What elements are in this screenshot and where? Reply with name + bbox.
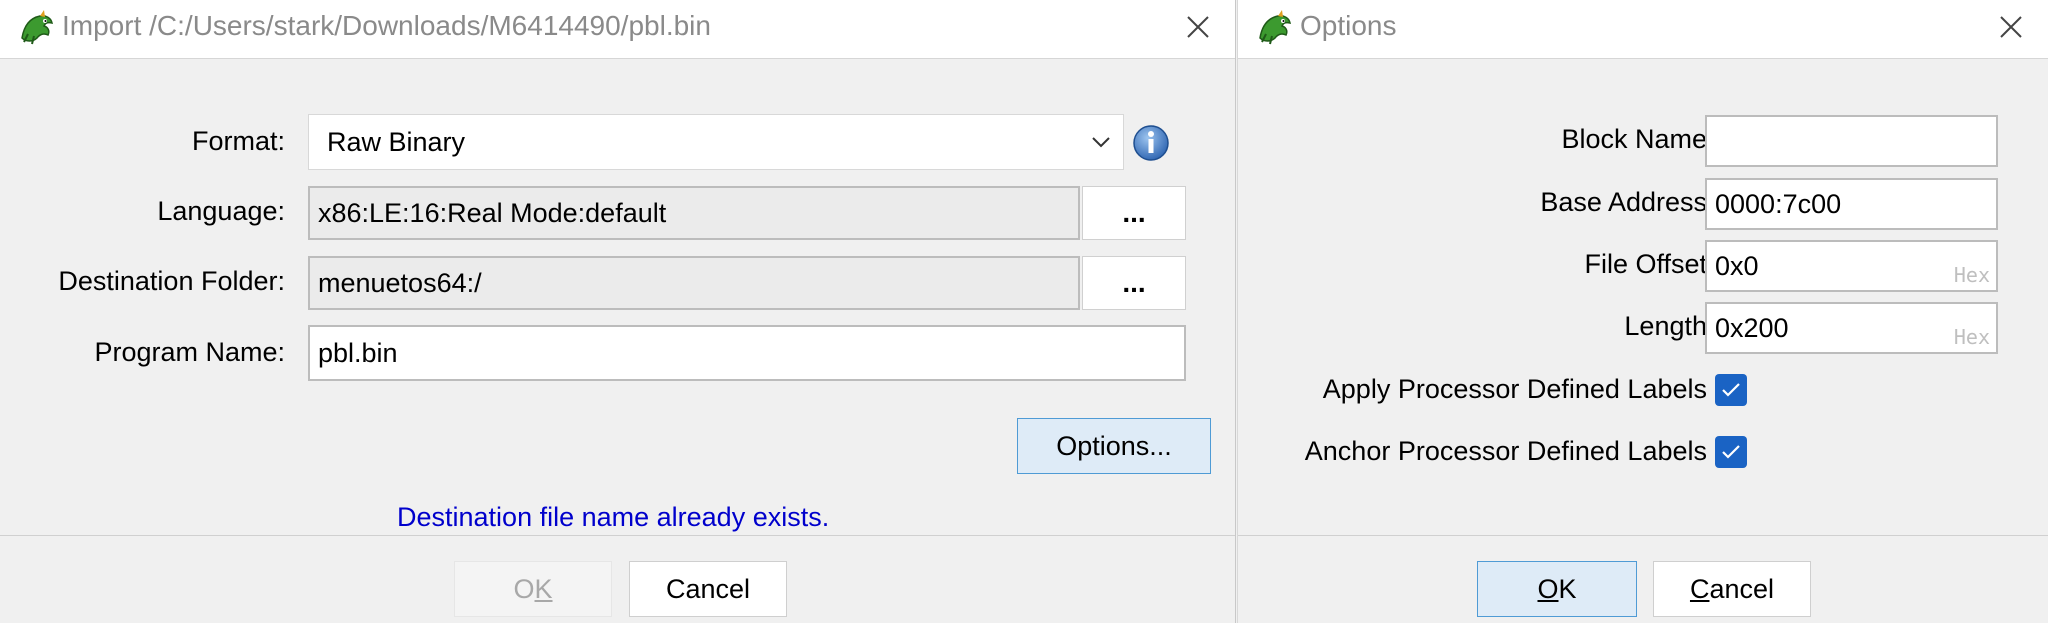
file-offset-label: File Offset xyxy=(1584,249,1707,279)
length-input[interactable]: 0x200 Hex xyxy=(1705,302,1998,354)
length-label: Length xyxy=(1624,311,1707,341)
format-value: Raw Binary xyxy=(327,126,466,157)
checkmark-icon xyxy=(1722,383,1740,397)
import-footer xyxy=(0,535,1235,623)
options-footer xyxy=(1238,535,2048,623)
destination-folder-value: menuetos64:/ xyxy=(318,267,482,298)
anchor-labels-label: Anchor Processor Defined Labels xyxy=(1304,436,1707,466)
cancel-text: ancel xyxy=(1709,573,1775,604)
file-offset-input[interactable]: 0x0 Hex xyxy=(1705,240,1998,292)
language-label: Language: xyxy=(157,196,285,226)
close-icon xyxy=(2000,16,2022,38)
apply-labels-label: Apply Processor Defined Labels xyxy=(1322,374,1707,404)
ok-text: O xyxy=(513,573,535,604)
destination-folder-label: Destination Folder: xyxy=(58,266,285,296)
program-name-input[interactable]: pbl.bin xyxy=(308,325,1186,381)
anchor-labels-checkbox[interactable] xyxy=(1715,436,1747,468)
program-name-value: pbl.bin xyxy=(318,337,398,368)
base-address-label: Base Address xyxy=(1540,187,1707,217)
info-icon[interactable] xyxy=(1132,124,1170,162)
ok-text: K xyxy=(1558,573,1577,604)
chevron-down-icon xyxy=(1092,137,1110,148)
options-dialog: Options Block Name Base Address 0000:7c0… xyxy=(1237,0,2048,623)
apply-labels-checkbox[interactable] xyxy=(1715,374,1747,406)
import-cancel-button[interactable]: Cancel xyxy=(629,561,787,617)
import-dialog-title: Import /C:/Users/stark/Downloads/M641449… xyxy=(62,10,711,41)
options-cancel-button[interactable]: Cancel xyxy=(1653,561,1811,617)
import-close-button[interactable] xyxy=(1175,4,1221,50)
import-dialog: Import /C:/Users/stark/Downloads/M641449… xyxy=(0,0,1236,623)
ghidra-dragon-icon xyxy=(21,10,53,45)
destination-browse-button[interactable]: ... xyxy=(1082,256,1186,310)
cancel-mnemonic: C xyxy=(1689,573,1710,604)
status-message: Destination file name already exists. xyxy=(397,502,830,532)
length-value: 0x200 xyxy=(1715,312,1789,343)
block-name-label: Block Name xyxy=(1561,124,1707,154)
options-titlebar: Options xyxy=(1238,0,2048,59)
language-value: x86:LE:16:Real Mode:default xyxy=(318,197,667,228)
format-label: Format: xyxy=(191,126,285,156)
ok-mnemonic: O xyxy=(1537,573,1559,604)
destination-folder-field[interactable]: menuetos64:/ xyxy=(308,256,1080,310)
program-name-label: Program Name: xyxy=(94,337,285,367)
import-ok-button[interactable]: OK xyxy=(454,561,612,617)
file-offset-hex-hint: Hex xyxy=(1953,263,1990,287)
block-name-input[interactable] xyxy=(1705,115,1998,167)
language-browse-button[interactable]: ... xyxy=(1082,186,1186,240)
options-ok-button[interactable]: OK xyxy=(1477,561,1637,617)
base-address-input[interactable]: 0000:7c00 xyxy=(1705,178,1998,230)
base-address-value: 0000:7c00 xyxy=(1715,188,1842,219)
options-close-button[interactable] xyxy=(1988,4,2034,50)
ghidra-dragon-icon xyxy=(1259,10,1291,45)
options-dialog-title: Options xyxy=(1300,10,1397,41)
options-button[interactable]: Options... xyxy=(1017,418,1211,474)
ok-mnemonic: K xyxy=(534,573,553,604)
language-field[interactable]: x86:LE:16:Real Mode:default xyxy=(308,186,1080,240)
file-offset-value: 0x0 xyxy=(1715,250,1759,281)
import-titlebar: Import /C:/Users/stark/Downloads/M641449… xyxy=(0,0,1235,59)
format-select[interactable]: Raw Binary xyxy=(308,114,1124,170)
checkmark-icon xyxy=(1722,445,1740,459)
close-icon xyxy=(1187,16,1209,38)
length-hex-hint: Hex xyxy=(1953,325,1990,349)
